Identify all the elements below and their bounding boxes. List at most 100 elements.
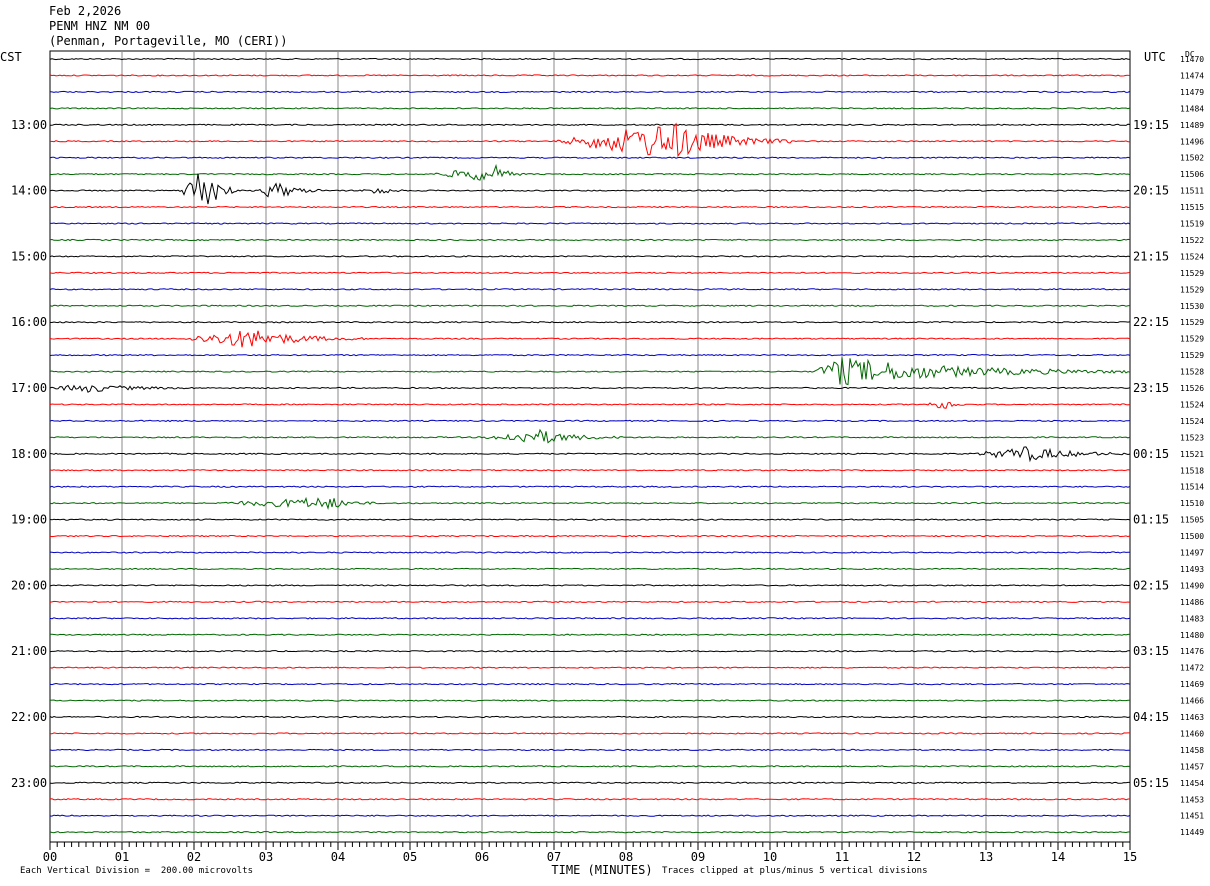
seismic-trace <box>49 496 1130 511</box>
dc-offset-label: 11457 <box>1180 762 1204 771</box>
utc-time-label: 22:15 <box>1133 315 1169 329</box>
dc-offset-label: 11476 <box>1180 647 1204 656</box>
dc-offset-label: 11528 <box>1180 368 1204 377</box>
seismic-trace <box>50 122 1131 158</box>
seismic-trace <box>49 831 1131 834</box>
dc-offset-label: 11463 <box>1180 713 1204 722</box>
dc-offset-label: 11449 <box>1180 828 1204 837</box>
utc-time-label: 23:15 <box>1133 381 1169 395</box>
dc-offset-label: 11522 <box>1180 236 1204 245</box>
dc-offset-label: 11474 <box>1180 71 1204 80</box>
x-tick-label: 11 <box>835 850 849 864</box>
x-tick-label: 12 <box>907 850 921 864</box>
seismic-trace <box>49 384 1131 393</box>
cst-time-label: 14:00 <box>11 184 47 198</box>
seismic-trace <box>49 814 1131 817</box>
cst-time-label: 16:00 <box>11 315 47 329</box>
dc-offset-label: 11529 <box>1180 318 1204 327</box>
cst-time-label: 23:00 <box>11 776 47 790</box>
cst-time-label: 22:00 <box>11 710 47 724</box>
dc-offset-label: 11469 <box>1180 680 1204 689</box>
dc-offset-label: 11524 <box>1180 252 1204 261</box>
dc-offset-label: 11472 <box>1180 664 1204 673</box>
seismic-trace <box>49 617 1131 620</box>
cst-time-label: 17:00 <box>11 381 47 395</box>
dc-offset-label: 11519 <box>1180 220 1204 229</box>
x-tick-label: 14 <box>1051 850 1065 864</box>
dc-offset-label: 11524 <box>1180 400 1204 409</box>
dc-offset-label: 11506 <box>1180 170 1204 179</box>
seismic-trace <box>49 288 1130 291</box>
seismic-trace <box>49 304 1131 307</box>
utc-time-label: 02:15 <box>1133 578 1169 592</box>
dc-offset-label: 11479 <box>1180 88 1204 97</box>
dc-offset-label: 11510 <box>1180 499 1204 508</box>
cst-time-label: 18:00 <box>11 447 47 461</box>
seismic-trace <box>49 518 1131 521</box>
dc-offset-label: 11521 <box>1180 450 1204 459</box>
clip-note: Traces clipped at plus/minus 5 vertical … <box>662 866 928 876</box>
seismic-trace <box>49 357 1131 386</box>
right-zone-label: UTC <box>1144 50 1166 64</box>
seismic-trace <box>49 682 1131 686</box>
seismic-trace <box>49 732 1130 735</box>
dc-offset-label: 11451 <box>1180 812 1204 821</box>
dc-offset-label: 11489 <box>1180 121 1204 130</box>
seismic-trace <box>49 330 1131 348</box>
utc-time-label: 05:15 <box>1133 776 1169 790</box>
x-tick-label: 02 <box>187 850 201 864</box>
seismic-trace <box>49 600 1131 603</box>
cst-time-label: 13:00 <box>11 118 47 132</box>
cst-time-label: 15:00 <box>11 249 47 263</box>
seismic-trace <box>49 205 1130 209</box>
dc-offset-label: 11529 <box>1180 351 1204 360</box>
seismic-trace <box>49 321 1131 324</box>
seismic-trace <box>49 633 1131 636</box>
dc-offset-label: 11524 <box>1180 417 1204 426</box>
dc-offset-label: 11500 <box>1180 532 1204 541</box>
seismic-trace <box>49 271 1131 274</box>
x-tick-label: 08 <box>619 850 633 864</box>
seismic-trace <box>49 57 1131 61</box>
dc-offset-label: 11466 <box>1180 697 1204 706</box>
x-axis-title: TIME (MINUTES) <box>551 863 652 877</box>
x-tick-label: 10 <box>763 850 777 864</box>
seismic-trace <box>49 485 1131 488</box>
seismic-trace <box>49 715 1131 719</box>
utc-time-label: 03:15 <box>1133 644 1169 658</box>
seismic-trace <box>49 107 1131 110</box>
x-tick-label: 03 <box>259 850 273 864</box>
dc-offset-label: 11497 <box>1180 549 1204 558</box>
x-tick-label: 06 <box>475 850 489 864</box>
left-zone-label: CST <box>0 50 22 64</box>
cst-time-label: 21:00 <box>11 644 47 658</box>
cst-time-label: 19:00 <box>11 513 47 527</box>
x-tick-label: 05 <box>403 850 417 864</box>
seismic-trace <box>49 469 1131 472</box>
x-tick-label: 15 <box>1123 850 1137 864</box>
x-tick-label: 07 <box>547 850 561 864</box>
x-tick-label: 13 <box>979 850 993 864</box>
seismic-trace <box>49 765 1131 768</box>
utc-time-label: 21:15 <box>1133 249 1169 263</box>
dc-offset-label: 11529 <box>1180 269 1204 278</box>
dc-offset-label: 11470 <box>1180 55 1204 64</box>
dc-offset-label: 11493 <box>1180 565 1204 574</box>
dc-offset-label: 11490 <box>1180 581 1204 590</box>
plot-frame <box>49 50 1131 843</box>
utc-time-label: 04:15 <box>1133 710 1169 724</box>
seismic-trace <box>49 353 1131 357</box>
dc-offset-label: 11484 <box>1180 104 1204 113</box>
dc-offset-label: 11453 <box>1180 795 1204 804</box>
utc-time-label: 00:15 <box>1133 447 1169 461</box>
dc-offset-label: 11458 <box>1180 746 1204 755</box>
seismic-trace <box>49 567 1131 571</box>
seismic-trace <box>49 699 1130 702</box>
x-tick-label: 09 <box>691 850 705 864</box>
dc-offset-label: 11502 <box>1180 154 1204 163</box>
seismic-trace <box>49 428 1131 444</box>
seismic-trace <box>49 798 1130 801</box>
dc-offset-label: 11511 <box>1180 187 1204 196</box>
seismic-trace <box>49 401 1131 409</box>
dc-offset-label: 11480 <box>1180 631 1204 640</box>
